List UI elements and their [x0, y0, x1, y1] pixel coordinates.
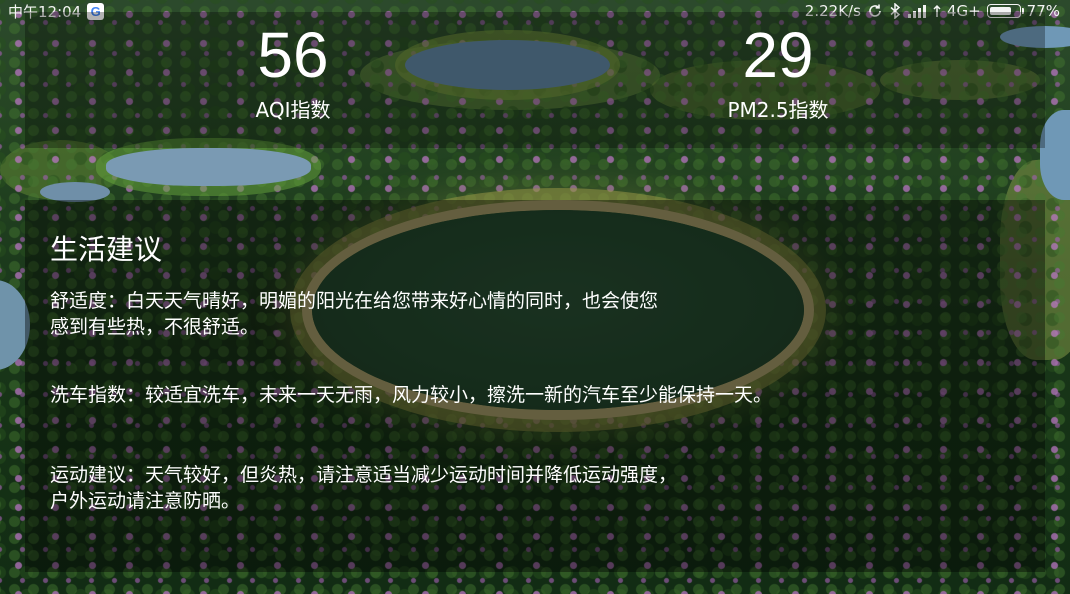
comfort-advice-line2: 感到有些热，不很舒适。: [50, 316, 260, 338]
aqi-value: 56: [257, 19, 329, 91]
sport-advice-line1: 运动建议：天气较好，但炎热，请注意适当减少运动时间并降低运动强度，: [50, 464, 678, 486]
pm25-block: 29 PM2.5指数: [628, 20, 928, 123]
pm25-value: 29: [742, 19, 814, 91]
lake: [106, 148, 311, 186]
lake: [40, 182, 110, 202]
air-quality-panel: 56 AQI指数 29 PM2.5指数: [25, 12, 1045, 148]
sport-advice: 运动建议：天气较好，但炎热，请注意适当减少运动时间并降低运动强度， 户外运动请注…: [50, 462, 790, 514]
car-wash-advice-line1: 洗车指数：较适宜洗车，未来一天无雨，风力较小，擦洗一新的汽车至少能保持一天。: [50, 384, 773, 406]
comfort-advice-line1: 舒适度：白天天气晴好，明媚的阳光在给您带来好心情的同时，也会使您: [50, 290, 659, 312]
aqi-block: 56 AQI指数: [143, 20, 443, 123]
sport-advice-line2: 户外运动请注意防晒。: [50, 490, 241, 512]
comfort-advice: 舒适度：白天天气晴好，明媚的阳光在给您带来好心情的同时，也会使您 感到有些热，不…: [50, 288, 790, 340]
aqi-label: AQI指数: [255, 98, 331, 122]
car-wash-advice: 洗车指数：较适宜洗车，未来一天无雨，风力较小，擦洗一新的汽车至少能保持一天。: [50, 382, 950, 408]
life-advice-panel: 生活建议 舒适度：白天天气晴好，明媚的阳光在给您带来好心情的同时，也会使您 感到…: [25, 200, 1045, 572]
advice-title: 生活建议: [50, 233, 163, 266]
pm25-label: PM2.5指数: [727, 98, 829, 122]
